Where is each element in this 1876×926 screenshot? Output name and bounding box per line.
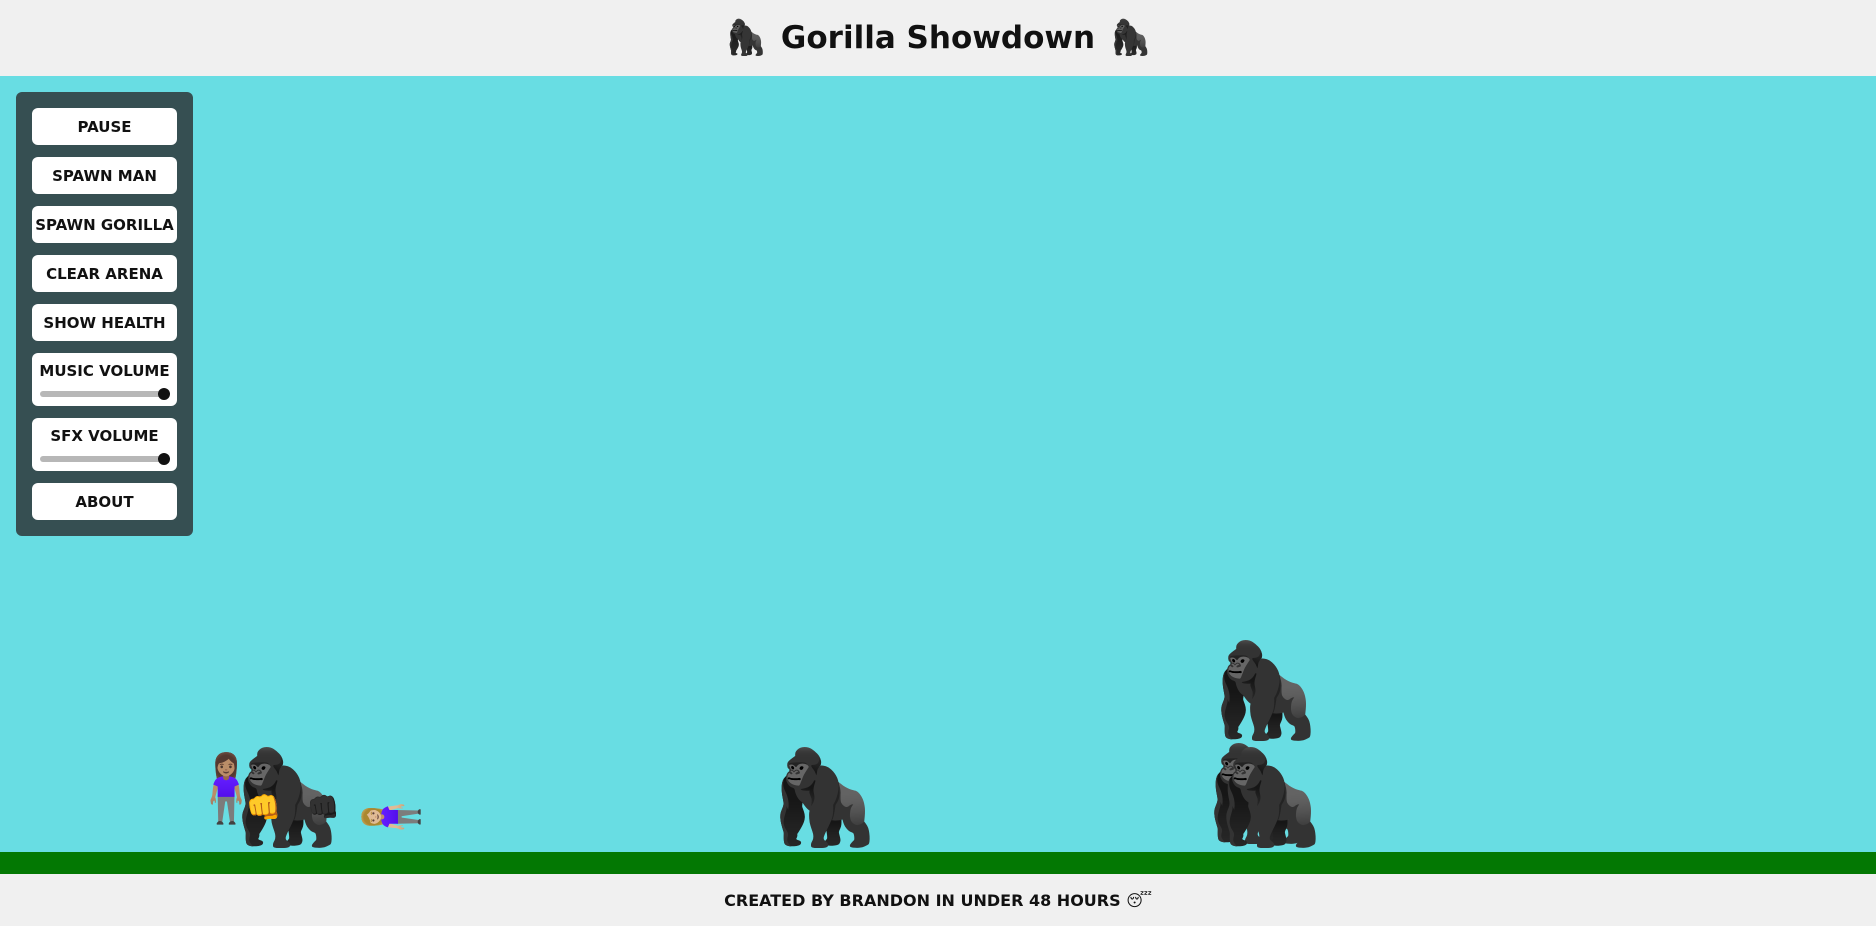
spawn-man-button[interactable]: SPAWN MAN [32, 157, 177, 194]
gorilla-icon: 🦍 [1109, 18, 1152, 58]
knocked-down-man-character: 🧍🏼‍♀️ [359, 783, 423, 851]
spawn-gorilla-button[interactable]: SPAWN GORILLA [32, 206, 177, 243]
music-volume-control: MUSIC VOLUME [32, 353, 177, 406]
sfx-volume-slider[interactable] [40, 453, 170, 465]
footer-credit: CREATED BY BRANDON IN UNDER 48 HOURS 😴 [724, 890, 1152, 910]
control-panel: PAUSE SPAWN MAN SPAWN GORILLA CLEAR AREN… [16, 92, 193, 536]
sfx-volume-label: SFX VOLUME [50, 427, 159, 445]
gorilla-fist-icon: 👊 [307, 793, 340, 823]
gorilla-character: 🦍 [1212, 744, 1327, 851]
fist-icon: 👊 [246, 791, 281, 824]
header: 🦍 Gorilla Showdown 🦍 [0, 0, 1876, 76]
music-volume-thumb[interactable] [158, 388, 170, 400]
clear-arena-button[interactable]: CLEAR ARENA [32, 255, 177, 292]
show-health-button[interactable]: SHOW HEALTH [32, 304, 177, 341]
pause-button[interactable]: PAUSE [32, 108, 177, 145]
footer: CREATED BY BRANDON IN UNDER 48 HOURS 😴 [0, 874, 1876, 926]
sfx-volume-thumb[interactable] [158, 453, 170, 465]
ground [0, 852, 1876, 874]
title-text: Gorilla Showdown [780, 20, 1096, 56]
arena[interactable] [0, 76, 1876, 852]
page-title: 🦍 Gorilla Showdown 🦍 [725, 18, 1152, 58]
gorilla-character: 🦍 [1207, 637, 1322, 744]
music-volume-label: MUSIC VOLUME [39, 362, 170, 380]
gorilla-icon: 🦍 [724, 18, 767, 58]
gorilla-character: 🦍 [766, 744, 881, 851]
music-volume-slider[interactable] [40, 388, 170, 400]
sfx-volume-control: SFX VOLUME [32, 418, 177, 471]
about-button[interactable]: ABOUT [32, 483, 177, 520]
